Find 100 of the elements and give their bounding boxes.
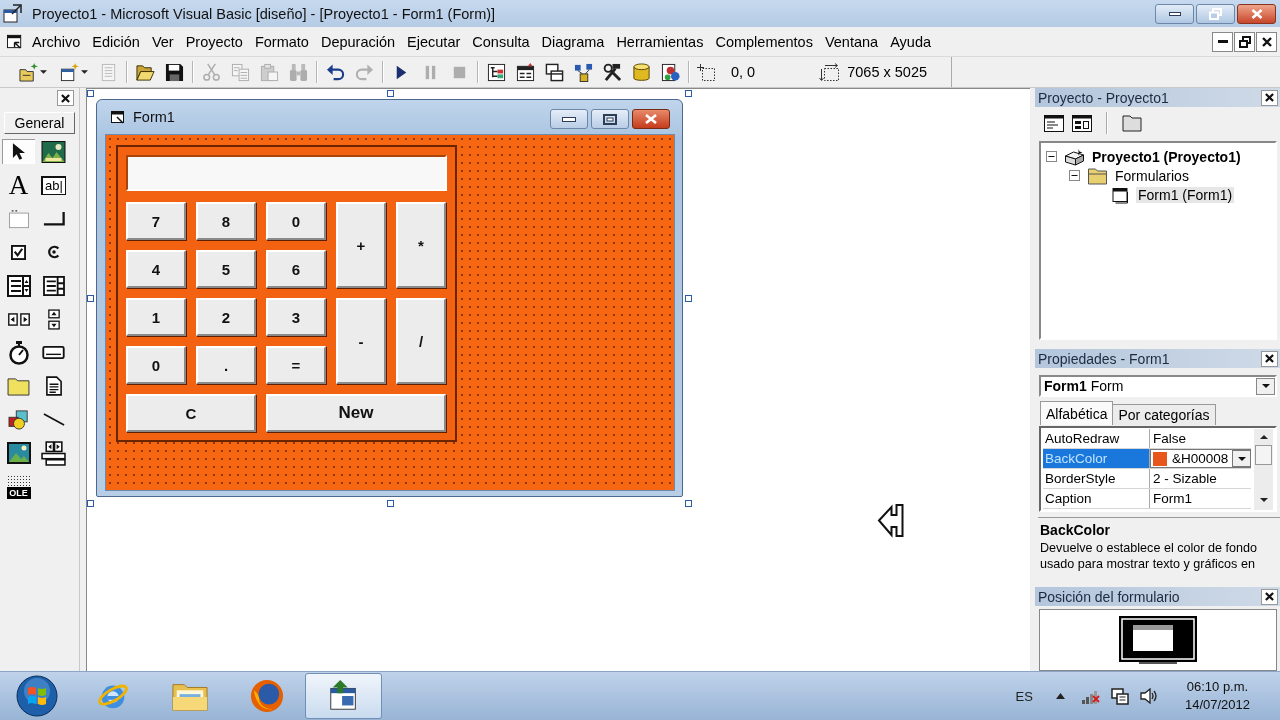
calculator-key[interactable]: 2 (196, 298, 256, 336)
scrollbar[interactable] (1254, 429, 1273, 510)
form-window-icon[interactable] (1072, 114, 1092, 132)
resize-handle-icon[interactable] (87, 295, 94, 302)
calculator-key[interactable]: C (126, 394, 256, 432)
ole-tool[interactable]: OLE (6, 474, 31, 499)
caret-icon[interactable] (39, 70, 47, 74)
clock-date[interactable]: 14/07/2012 (1184, 696, 1250, 714)
close-button[interactable] (1261, 350, 1278, 367)
resize-handle-icon[interactable] (685, 90, 692, 97)
horizontal-scroll-icon[interactable] (6, 312, 31, 326)
menu-item[interactable]: Depuración (314, 31, 402, 52)
menu-item[interactable]: Edición (86, 31, 146, 52)
close-button[interactable] (632, 109, 670, 129)
calculator-key[interactable]: . (196, 346, 256, 384)
stopwatch-icon[interactable] (7, 340, 30, 365)
radio-icon[interactable] (46, 245, 61, 260)
calculator-key[interactable]: 7 (126, 202, 186, 240)
close-button[interactable] (1237, 3, 1276, 24)
shapes-icon[interactable] (7, 409, 30, 430)
tree-item[interactable]: Formularios (1113, 167, 1191, 184)
resize-handle-icon[interactable] (685, 500, 692, 507)
maximize-button[interactable] (591, 109, 629, 129)
frame-panel[interactable]: 7 8 0 + * 4 5 6 1 2 3 - / 0 . = C New (116, 145, 457, 442)
document-icon[interactable] (45, 376, 62, 397)
expander-icon[interactable] (1046, 151, 1057, 162)
property-name[interactable]: Caption (1043, 489, 1150, 508)
cubes-icon[interactable] (574, 62, 593, 82)
drive-icon[interactable] (42, 346, 65, 360)
property-name[interactable]: AutoRedraw (1043, 429, 1150, 448)
scroll-thumb[interactable] (1255, 445, 1272, 465)
minimize-button[interactable] (1212, 31, 1233, 52)
scroll-down-icon[interactable] (1259, 498, 1268, 502)
list-scroll-icon[interactable] (6, 274, 31, 297)
form-window[interactable]: Form1 7 8 0 + * 4 5 6 1 2 3 - / 0 . = C New (96, 99, 683, 497)
tree-item[interactable]: Proyecto1 (Proyecto1) (1090, 148, 1243, 165)
picture-icon[interactable] (41, 140, 66, 163)
textbox-tool[interactable]: ab| (41, 175, 66, 195)
close-button[interactable] (1261, 89, 1278, 106)
calculator-key[interactable]: 8 (196, 202, 256, 240)
tab[interactable]: Por categorías (1112, 404, 1216, 425)
resize-handle-icon[interactable] (87, 500, 94, 507)
menu-item[interactable]: Ayuda (884, 31, 938, 52)
language-indicator[interactable]: ES (1015, 688, 1033, 704)
calculator-key[interactable]: 4 (126, 250, 186, 288)
taskbar-button[interactable] (305, 673, 382, 719)
dropdown-button[interactable] (1232, 450, 1251, 467)
vertical-scroll-icon[interactable] (47, 307, 60, 331)
property-value[interactable]: &H00008 (1172, 451, 1229, 466)
menu-item[interactable]: Archivo (26, 31, 87, 52)
property-value[interactable]: 2 - Sizable (1153, 471, 1217, 486)
expander-icon[interactable] (1069, 170, 1080, 181)
tree-window-icon[interactable] (487, 62, 506, 82)
hammer-wrench-icon[interactable] (603, 62, 622, 82)
frame-icon[interactable] (7, 208, 30, 229)
speaker-icon[interactable] (1139, 688, 1158, 704)
dropdown-button[interactable] (1256, 377, 1275, 395)
list-box-icon[interactable] (41, 275, 66, 296)
menu-item[interactable]: Ventana (818, 31, 885, 52)
tray-arrow-icon[interactable] (1055, 693, 1065, 699)
resize-handle-icon[interactable] (386, 90, 394, 97)
folder-icon[interactable] (7, 376, 30, 396)
checkbox-icon[interactable] (11, 244, 26, 260)
calculator-key[interactable]: 5 (196, 250, 256, 288)
pointer-icon[interactable] (2, 139, 35, 165)
clock-time[interactable]: 06:10 p.m. (1186, 678, 1249, 696)
calculator-key[interactable]: 3 (266, 298, 326, 336)
minimize-button[interactable] (1155, 3, 1194, 24)
calculator-key[interactable]: 6 (266, 250, 326, 288)
calculator-key[interactable]: 1 (126, 298, 186, 336)
caret-icon[interactable] (80, 70, 88, 74)
calculator-key[interactable]: 0 (126, 346, 186, 384)
menu-item[interactable]: Complementos (709, 31, 819, 52)
property-name[interactable]: BorderStyle (1043, 469, 1150, 488)
tab[interactable]: Alfabética (1040, 401, 1114, 425)
tree-item[interactable]: Form1 (Form1) (1136, 186, 1235, 203)
menu-item[interactable]: Ver (145, 31, 180, 52)
form-canvas[interactable]: 7 8 0 + * 4 5 6 1 2 3 - / 0 . = C New (105, 134, 675, 491)
monitor-icon[interactable] (1119, 616, 1197, 664)
calculator-key[interactable]: = (266, 346, 326, 384)
display-field[interactable] (126, 155, 447, 191)
scroll-up-icon[interactable] (1259, 435, 1268, 439)
toolbox-tab[interactable]: General (4, 112, 75, 134)
calculator-key[interactable]: - (336, 298, 386, 384)
undo-icon[interactable] (326, 62, 345, 82)
calculator-key[interactable]: * (396, 202, 446, 288)
database-icon[interactable] (632, 62, 651, 82)
menu-item[interactable]: Diagrama (535, 31, 611, 52)
code-window-icon[interactable] (1044, 114, 1064, 132)
raised-button-icon[interactable] (42, 211, 65, 227)
menu-item[interactable]: Formato (248, 31, 315, 52)
resize-handle-icon[interactable] (685, 295, 692, 302)
menu-item[interactable]: Ejecutar (401, 31, 467, 52)
object-dropdown[interactable]: Form1 Form (1039, 375, 1277, 397)
restore-button[interactable] (1234, 31, 1255, 52)
save-icon[interactable] (165, 62, 184, 82)
property-sheet-icon[interactable] (516, 62, 535, 82)
line-icon[interactable] (42, 413, 65, 427)
menu-item[interactable]: Herramientas (610, 31, 710, 52)
close-button[interactable] (57, 90, 74, 106)
